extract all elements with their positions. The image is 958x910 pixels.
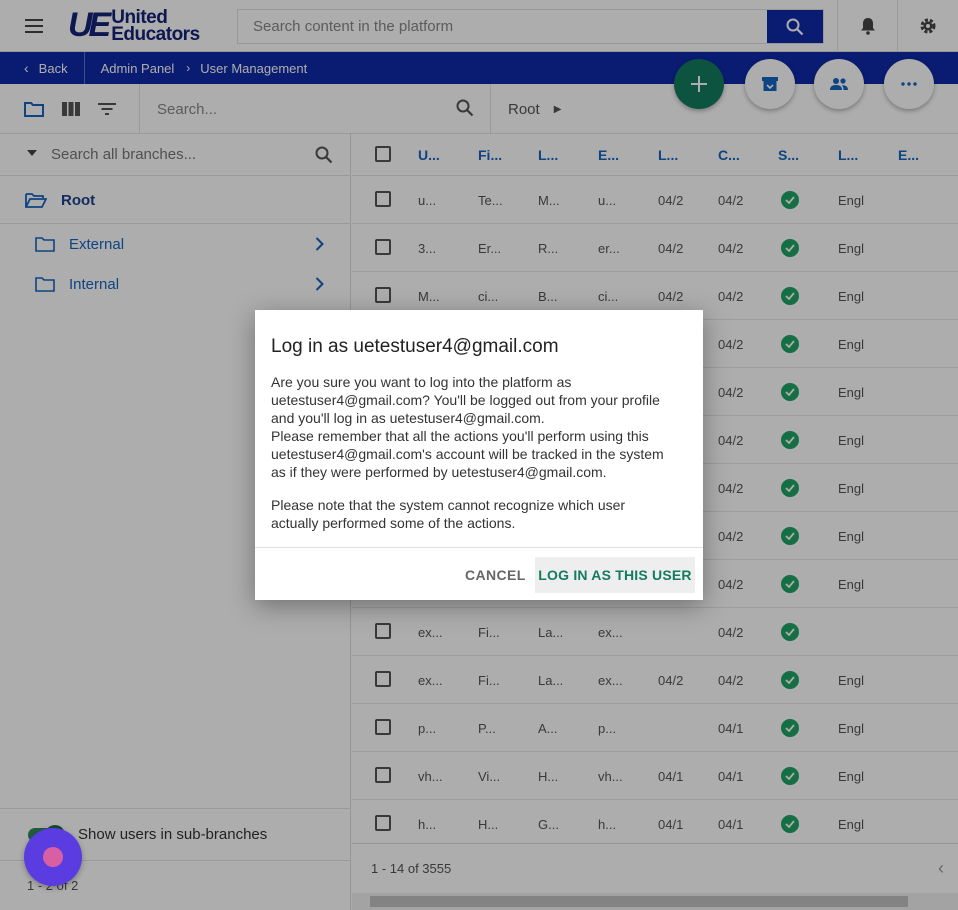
log-in-as-user-button[interactable]: LOG IN AS THIS USER: [535, 557, 695, 593]
dialog-text-line: actually performed some of the actions.: [271, 515, 516, 531]
chat-widget-button[interactable]: [24, 828, 82, 886]
dialog-text-line: uetestuser4@gmail.com? You'll be logged …: [271, 392, 660, 408]
login-as-user-dialog: Log in as uetestuser4@gmail.com Are you …: [255, 310, 703, 600]
dialog-body: Are you sure you want to log into the pl…: [271, 373, 691, 532]
dialog-text-line: and you'll log in as uetestuser4@gmail.c…: [271, 410, 545, 426]
chat-icon: [43, 847, 63, 867]
dialog-text-line: as if they were performed by uetestuser4…: [271, 464, 607, 480]
cancel-button[interactable]: CANCEL: [456, 557, 535, 593]
dialog-text-line: Please note that the system cannot recog…: [271, 497, 626, 513]
dialog-text-line: Please remember that all the actions you…: [271, 428, 649, 444]
dialog-actions: CANCEL LOG IN AS THIS USER: [255, 547, 703, 600]
dialog-text-line: Are you sure you want to log into the pl…: [271, 374, 572, 390]
dialog-title: Log in as uetestuser4@gmail.com: [271, 336, 559, 357]
dialog-text-line: uetestuser4@gmail.com's account will be …: [271, 446, 664, 462]
